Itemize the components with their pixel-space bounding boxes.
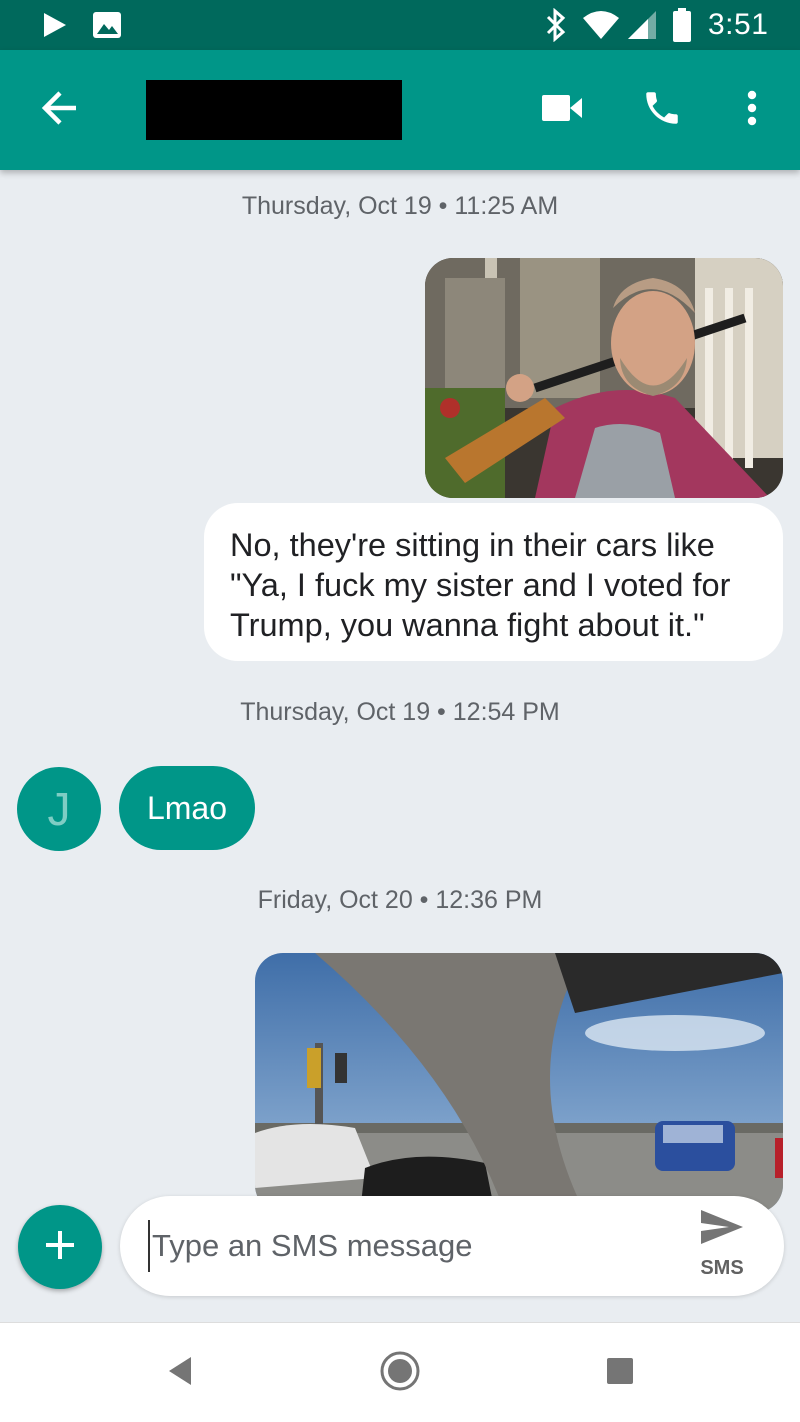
nav-recents-icon — [605, 1356, 635, 1391]
compose-bar: SMS — [120, 1196, 784, 1296]
more-vert-icon — [746, 90, 758, 131]
send-label: SMS — [700, 1257, 744, 1279]
contact-avatar[interactable]: J — [17, 767, 101, 851]
app-bar — [0, 50, 800, 170]
nav-home-icon — [379, 1350, 421, 1397]
outgoing-message-bubble[interactable]: No, they're sitting in their cars like "… — [204, 503, 783, 661]
nav-back-button[interactable] — [150, 1343, 210, 1403]
back-arrow-icon — [40, 88, 80, 133]
wifi-icon — [582, 0, 620, 50]
contact-name[interactable] — [146, 80, 402, 140]
message-timestamp: Thursday, Oct 19 • 11:25 AM — [241, 192, 559, 220]
message-timestamp: Thursday, Oct 19 • 12:54 PM — [240, 698, 560, 726]
bluetooth-icon — [544, 0, 568, 50]
nav-home-button[interactable] — [370, 1343, 430, 1403]
status-bar: 3:51 — [0, 0, 800, 50]
send-icon — [699, 1208, 745, 1251]
video-call-icon — [541, 93, 583, 128]
incoming-message-bubble[interactable]: Lmao — [119, 766, 255, 850]
system-nav-bar — [0, 1322, 800, 1422]
phone-call-button[interactable] — [630, 78, 694, 142]
play-store-icon — [40, 0, 70, 50]
add-attachment-button[interactable] — [18, 1205, 102, 1289]
send-sms-button[interactable]: SMS — [686, 1208, 758, 1286]
more-options-button[interactable] — [722, 78, 782, 142]
nav-recents-button[interactable] — [590, 1343, 650, 1403]
outgoing-photo-view-from-car[interactable] — [255, 953, 783, 1213]
video-call-button[interactable] — [530, 78, 594, 142]
message-timestamp: Friday, Oct 20 • 12:36 PM — [257, 886, 543, 914]
message-input[interactable] — [148, 1220, 668, 1272]
cellular-icon — [626, 0, 658, 50]
back-button[interactable] — [28, 78, 92, 142]
phone-icon — [641, 87, 683, 134]
gallery-icon — [92, 0, 122, 50]
battery-icon — [672, 0, 692, 50]
outgoing-photo-man-with-shotgun[interactable] — [425, 258, 783, 498]
status-time: 3:51 — [708, 8, 769, 41]
nav-back-icon — [165, 1355, 195, 1392]
plus-icon — [42, 1227, 78, 1268]
